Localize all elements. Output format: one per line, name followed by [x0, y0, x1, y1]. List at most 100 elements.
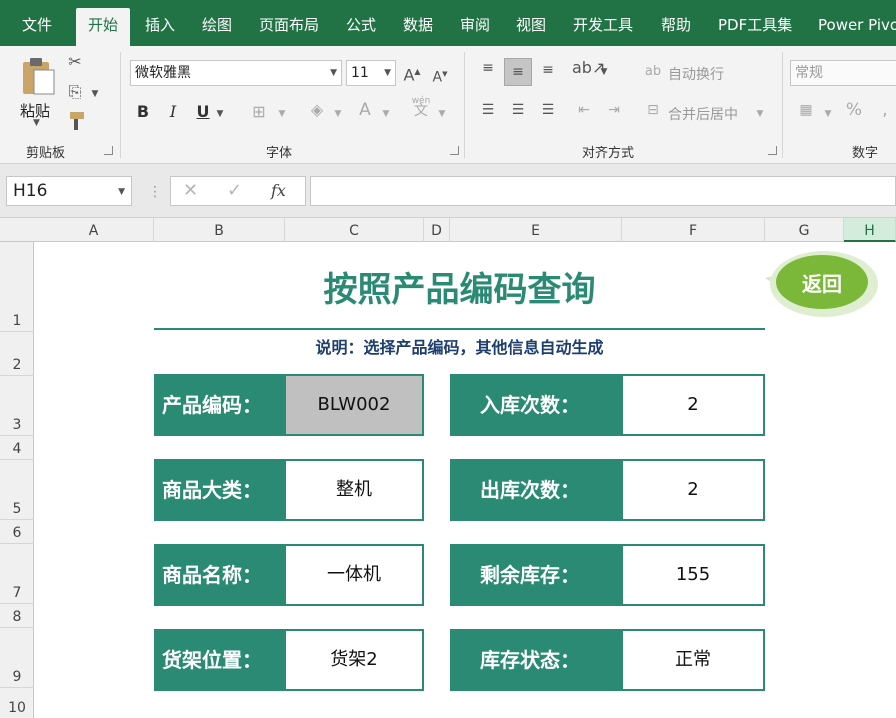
- row-header-6[interactable]: 6: [0, 520, 34, 544]
- chevron-down-icon[interactable]: ▼: [754, 104, 766, 124]
- increase-indent-icon[interactable]: ⇥: [602, 100, 626, 120]
- product-name-label: 商品名称：: [154, 544, 285, 606]
- inbound-count-value[interactable]: 2: [621, 374, 765, 436]
- column-header-d[interactable]: D: [424, 218, 450, 242]
- group-divider: [120, 52, 121, 158]
- row-header-7[interactable]: 7: [0, 544, 34, 604]
- font-size-value: 11: [351, 65, 369, 81]
- underline-button[interactable]: U: [194, 102, 212, 122]
- italic-button[interactable]: I: [164, 102, 182, 122]
- align-right-icon[interactable]: ☰: [536, 100, 560, 120]
- cut-icon[interactable]: ✂: [64, 52, 86, 72]
- row-header-10[interactable]: 10: [0, 688, 34, 718]
- chevron-down-icon[interactable]: ▼: [822, 104, 834, 124]
- merge-center-label[interactable]: 合并后居中: [668, 104, 738, 124]
- column-headers: A B C D E F G H: [0, 218, 896, 242]
- row-header-2[interactable]: 2: [0, 332, 34, 376]
- row-number: 7: [12, 585, 22, 601]
- row-header-8[interactable]: 8: [0, 604, 34, 628]
- stock-status-value[interactable]: 正常: [621, 629, 765, 691]
- number-format-value: 常规: [795, 65, 823, 81]
- accounting-format-icon[interactable]: ▦: [794, 100, 818, 120]
- row-number: 3: [12, 417, 22, 433]
- category-value[interactable]: 整机: [284, 459, 424, 521]
- grow-font-icon[interactable]: A▲: [402, 62, 422, 85]
- shrink-font-icon[interactable]: A▼: [430, 64, 450, 88]
- return-button[interactable]: 返回: [782, 268, 862, 297]
- comma-style-icon[interactable]: ,: [874, 100, 896, 120]
- shelf-location-value[interactable]: 货架2: [284, 629, 424, 691]
- column-header-b[interactable]: B: [154, 218, 285, 242]
- font-color-icon[interactable]: A: [354, 100, 376, 120]
- font-size-select[interactable]: 11 ▼: [346, 60, 396, 86]
- shelf-location-label: 货架位置：: [154, 629, 285, 691]
- row-header-1[interactable]: 1: [0, 242, 34, 332]
- clipboard-launcher-icon[interactable]: [104, 146, 113, 155]
- cancel-icon[interactable]: ✕: [183, 177, 198, 205]
- row-header-3[interactable]: 3: [0, 376, 34, 436]
- tab-pdf-tools[interactable]: PDF工具集: [718, 0, 792, 46]
- align-bottom-icon[interactable]: ≡: [536, 60, 560, 80]
- column-header-c[interactable]: C: [285, 218, 424, 242]
- drag-handle-icon[interactable]: ⋮: [148, 184, 162, 200]
- outbound-count-value[interactable]: 2: [621, 459, 765, 521]
- column-header-a[interactable]: A: [34, 218, 154, 242]
- align-center-icon[interactable]: ☰: [506, 100, 530, 120]
- tab-help[interactable]: 帮助: [661, 0, 691, 46]
- wrap-text-icon[interactable]: ab: [644, 62, 662, 82]
- column-header-h[interactable]: H: [844, 218, 896, 242]
- chevron-down-icon[interactable]: ▼: [332, 104, 344, 124]
- bold-button[interactable]: B: [134, 102, 152, 122]
- tab-formulas[interactable]: 公式: [346, 0, 376, 46]
- tab-page-layout[interactable]: 页面布局: [259, 0, 319, 46]
- row-header-5[interactable]: 5: [0, 460, 34, 520]
- name-box[interactable]: H16 ▼: [6, 176, 132, 206]
- product-code-input[interactable]: BLW002: [284, 374, 424, 436]
- font-launcher-icon[interactable]: [450, 146, 459, 155]
- column-header-e[interactable]: E: [450, 218, 622, 242]
- remaining-stock-value[interactable]: 155: [621, 544, 765, 606]
- align-left-icon[interactable]: ☰: [476, 100, 500, 120]
- tab-power-pivot[interactable]: Power Pivo: [818, 0, 896, 46]
- chevron-down-icon[interactable]: ▼: [380, 104, 392, 124]
- format-painter-icon[interactable]: [64, 110, 86, 132]
- row-header-9[interactable]: 9: [0, 628, 34, 688]
- number-format-select[interactable]: 常规: [790, 60, 896, 86]
- wrap-text-label[interactable]: 自动换行: [668, 64, 724, 84]
- insert-function-button[interactable]: fx: [271, 177, 286, 205]
- menu-bar: 文件 开始 插入 绘图 页面布局 公式 数据 审阅 视图 开发工具 帮助 PDF…: [0, 0, 896, 46]
- align-top-icon[interactable]: ≡: [476, 58, 500, 78]
- tab-file[interactable]: 文件: [22, 0, 52, 46]
- copy-icon[interactable]: ⎘: [64, 82, 86, 102]
- tab-view[interactable]: 视图: [516, 0, 546, 46]
- paste-button[interactable]: 粘贴 ▼: [14, 52, 60, 132]
- row-header-4[interactable]: 4: [0, 436, 34, 460]
- border-icon[interactable]: ⊞: [248, 102, 270, 122]
- chevron-down-icon: ▼: [330, 68, 337, 78]
- tab-draw[interactable]: 绘图: [202, 0, 232, 46]
- enter-icon[interactable]: ✓: [227, 177, 242, 205]
- fill-color-icon[interactable]: ◈: [306, 100, 328, 120]
- chevron-down-icon[interactable]: ▼: [436, 104, 448, 124]
- tab-developer[interactable]: 开发工具: [573, 0, 633, 46]
- chevron-down-icon[interactable]: ▼: [276, 104, 288, 124]
- formula-input[interactable]: [310, 176, 896, 206]
- chevron-down-icon[interactable]: ▼: [598, 62, 610, 82]
- column-header-g[interactable]: G: [765, 218, 844, 242]
- product-name-value[interactable]: 一体机: [284, 544, 424, 606]
- alignment-launcher-icon[interactable]: [768, 146, 777, 155]
- orientation-icon[interactable]: ab↗: [572, 58, 605, 78]
- align-middle-icon[interactable]: ≡: [504, 58, 532, 86]
- tab-home[interactable]: 开始: [76, 8, 131, 46]
- chevron-down-icon[interactable]: ▼: [214, 104, 226, 124]
- tab-review[interactable]: 审阅: [460, 0, 490, 46]
- merge-center-icon[interactable]: ⊟: [644, 100, 662, 120]
- tab-insert[interactable]: 插入: [145, 0, 175, 46]
- copy-dropdown-icon[interactable]: ▼: [88, 84, 102, 104]
- column-header-f[interactable]: F: [622, 218, 765, 242]
- font-name-select[interactable]: 微软雅黑 ▼: [130, 60, 342, 86]
- percent-style-button[interactable]: %: [842, 100, 866, 120]
- tab-data[interactable]: 数据: [403, 0, 433, 46]
- phonetic-guide-icon[interactable]: wén 文: [408, 96, 434, 118]
- decrease-indent-icon[interactable]: ⇤: [572, 100, 596, 120]
